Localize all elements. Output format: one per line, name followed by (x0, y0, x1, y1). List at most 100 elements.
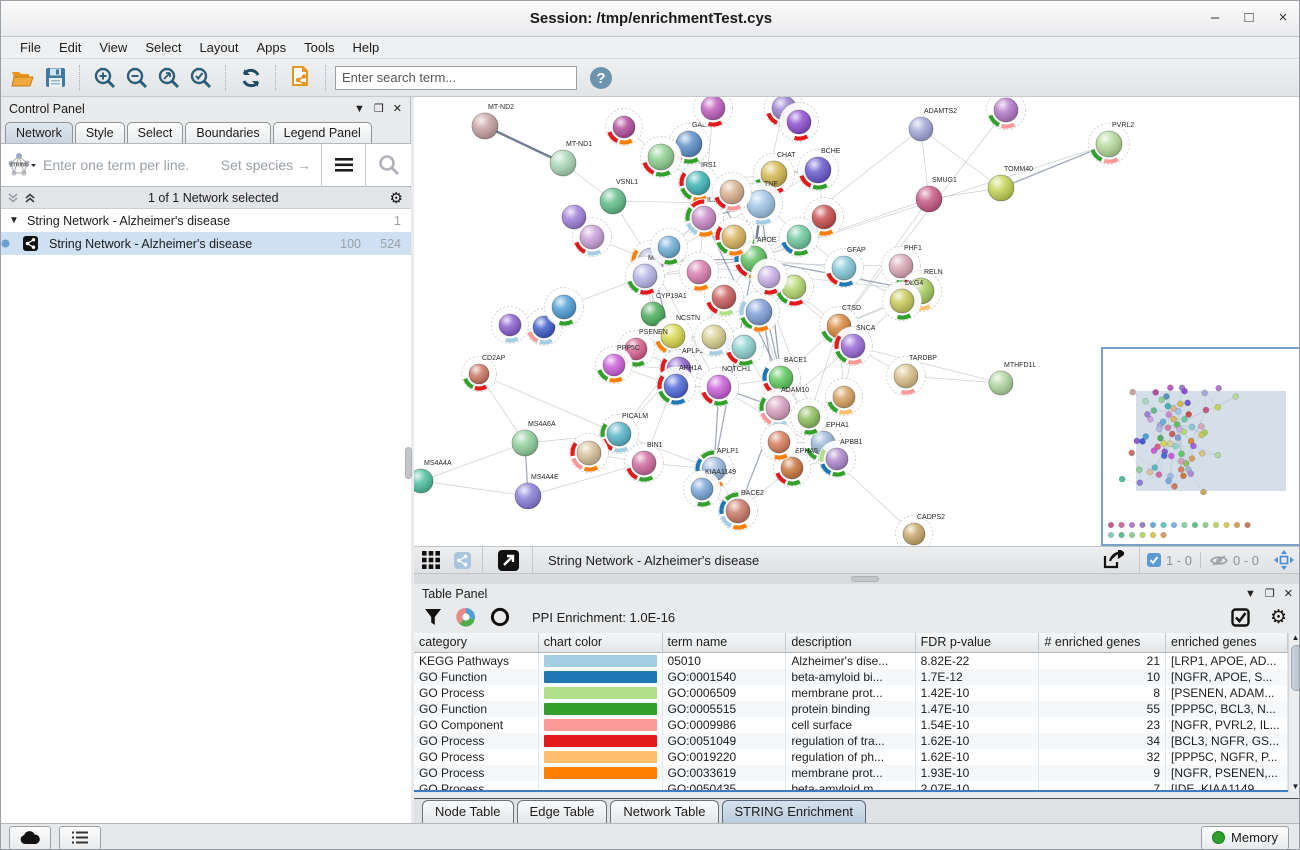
protein-node[interactable]: APBB1 (819, 439, 863, 478)
panel-float-icon[interactable]: ❒ (374, 102, 384, 115)
menu-item-tools[interactable]: Tools (295, 37, 343, 59)
protein-node[interactable] (791, 399, 828, 436)
protein-node[interactable] (713, 173, 752, 212)
tab-boundaries[interactable]: Boundaries (185, 122, 270, 143)
open-in-new-window-icon[interactable] (490, 550, 526, 571)
enrichment-row[interactable]: KEGG Pathways05010Alzheimer's dise...8.8… (414, 653, 1288, 669)
select-rows-checkbox-icon[interactable] (1231, 608, 1250, 627)
column-header-description[interactable]: description (786, 633, 915, 653)
protein-node[interactable]: SMUG1 (916, 177, 957, 212)
protein-node[interactable]: VSNL1 (600, 179, 638, 214)
enrichment-row[interactable]: GO ComponentGO:0009986cell surface1.54E-… (414, 717, 1288, 733)
menu-item-select[interactable]: Select (136, 37, 190, 59)
menu-item-layout[interactable]: Layout (190, 37, 247, 59)
zoom-in-icon[interactable] (89, 63, 121, 93)
protein-node[interactable]: APH1A (657, 365, 703, 406)
enrichment-row[interactable]: GO ProcessGO:0006509membrane prot...1.42… (414, 685, 1288, 701)
tab-legend-panel[interactable]: Legend Panel (273, 122, 372, 143)
export-network-icon[interactable] (1093, 550, 1133, 570)
protein-node[interactable]: CADPS2 (896, 514, 946, 546)
help-icon[interactable]: ? (585, 63, 617, 93)
protein-node[interactable]: PVRL2 (1089, 122, 1135, 165)
enrichment-row[interactable]: GO FunctionGO:0005515protein binding1.47… (414, 701, 1288, 717)
protein-node[interactable] (680, 253, 719, 292)
menu-item-edit[interactable]: Edit (50, 37, 90, 59)
tab-select[interactable]: Select (127, 122, 184, 143)
minimize-button[interactable]: – (1198, 1, 1232, 37)
enrichment-row[interactable]: GO FunctionGO:0001540beta-amyloid bi...1… (414, 669, 1288, 685)
species-hint[interactable]: Set species → (221, 157, 321, 173)
protein-node[interactable] (606, 109, 643, 146)
horizontal-splitter[interactable] (414, 574, 1300, 584)
protein-node[interactable] (751, 259, 788, 296)
protein-node[interactable]: TARDBP (887, 355, 938, 396)
scroll-down-arrow[interactable]: ▼ (1289, 782, 1300, 792)
tab-string-enrichment[interactable]: STRING Enrichment (722, 800, 866, 823)
protein-node[interactable]: BACE2 (719, 490, 765, 531)
menu-item-help[interactable]: Help (344, 37, 389, 59)
collapse-all-icon[interactable] (1, 192, 20, 204)
protein-node[interactable]: NOTCH1 (700, 366, 751, 407)
protein-node[interactable] (695, 318, 734, 357)
network-options-gear-icon[interactable]: ⚙ (390, 189, 411, 207)
enrichment-row[interactable]: GO ProcessGO:0033619membrane prot...1.93… (414, 765, 1288, 781)
protein-node[interactable]: SNCA (834, 325, 876, 366)
pie-chart-icon[interactable] (456, 607, 476, 627)
protein-node[interactable] (651, 229, 688, 266)
protein-node[interactable]: TOMM40 (988, 166, 1033, 201)
protein-node[interactable] (545, 288, 584, 327)
network-from-file-icon[interactable] (285, 63, 317, 93)
maximize-button[interactable]: □ (1232, 1, 1266, 37)
memory-button[interactable]: Memory (1201, 826, 1289, 850)
string-logo-icon[interactable]: STRING (1, 151, 41, 179)
vertical-splitter-handle[interactable] (405, 447, 412, 479)
zoom-selected-icon[interactable] (185, 63, 217, 93)
protein-node[interactable] (492, 307, 529, 344)
table-vertical-scrollbar[interactable]: ▲ ▼ (1288, 633, 1300, 792)
panel-collapse-icon[interactable]: ▼ (354, 103, 365, 115)
menu-item-view[interactable]: View (90, 37, 136, 59)
protein-node[interactable]: MT-ND2 (472, 104, 514, 139)
string-options-icon[interactable] (323, 158, 365, 172)
tab-network[interactable]: Network (5, 122, 73, 143)
protein-node[interactable] (761, 424, 798, 461)
ring-chart-icon[interactable] (490, 607, 510, 627)
tab-edge-table[interactable]: Edge Table (517, 800, 608, 823)
string-search-icon[interactable] (367, 154, 411, 176)
zoom-fit-icon[interactable] (153, 63, 185, 93)
protein-node[interactable]: ADAMTS2 (909, 108, 957, 141)
column-header-fdr-p-value[interactable]: FDR p-value (916, 633, 1040, 653)
protein-node[interactable] (739, 292, 780, 333)
column-header-chart-color[interactable]: chart color (539, 633, 663, 653)
column-header--enriched-genes[interactable]: # enriched genes (1039, 633, 1166, 653)
table-panel-collapse-icon[interactable]: ▼ (1245, 588, 1256, 600)
protein-node[interactable] (570, 434, 609, 473)
table-panel-float-icon[interactable]: ❒ (1265, 587, 1275, 600)
birdseye-toggle-icon[interactable] (1269, 550, 1299, 570)
hidden-eye-icon[interactable] (1202, 554, 1228, 567)
cloud-tasks-button[interactable] (9, 826, 51, 850)
protein-node[interactable]: MT-ND1 (550, 141, 592, 176)
protein-node[interactable] (987, 97, 1026, 130)
protein-node[interactable] (562, 205, 586, 229)
scrollbar-thumb[interactable] (1291, 645, 1300, 691)
open-session-button[interactable] (7, 63, 39, 93)
menu-item-apps[interactable]: Apps (248, 37, 296, 59)
birds-eye-view[interactable] (1101, 347, 1300, 546)
horizontal-splitter-handle[interactable] (851, 576, 879, 582)
enrichment-row[interactable]: GO ProcessGO:0019220regulation of ph...1… (414, 749, 1288, 765)
panel-close-icon[interactable]: ✕ (393, 102, 402, 115)
protein-node[interactable]: GFAP (825, 247, 867, 288)
protein-node[interactable]: MS4A4E (515, 474, 559, 509)
grid-view-icon[interactable] (414, 551, 448, 569)
zoom-out-icon[interactable] (121, 63, 153, 93)
protein-node[interactable] (780, 218, 819, 257)
expand-all-icon[interactable] (20, 192, 37, 204)
filter-icon[interactable] (424, 608, 442, 626)
task-history-button[interactable] (59, 826, 101, 850)
tab-network-table[interactable]: Network Table (610, 800, 718, 823)
protein-node[interactable] (641, 137, 682, 178)
protein-node[interactable]: DLG4 (883, 280, 924, 321)
string-query-input[interactable] (41, 156, 221, 174)
selected-nodes-checkbox-icon[interactable] (1147, 553, 1161, 567)
